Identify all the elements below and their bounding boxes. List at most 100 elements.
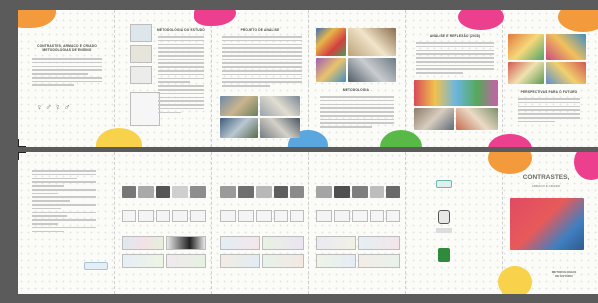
drawing-thumbnail xyxy=(256,210,272,222)
photo-thumbnail xyxy=(130,24,152,42)
body-text-block xyxy=(32,58,102,88)
drawing-thumbnail xyxy=(190,210,206,222)
classroom-photo xyxy=(316,58,346,82)
panel-heading: PERSPECTIVAS PARA O FUTURO xyxy=(520,90,578,94)
pink-blob-shape xyxy=(458,10,504,30)
cover-footer: METODOLOGIAS DE ESTUDO xyxy=(551,270,577,278)
drawing-thumbnail xyxy=(334,210,350,222)
orange-blob-shape xyxy=(488,152,532,174)
photo-thumbnail xyxy=(130,66,152,84)
yellow-blob-shape xyxy=(498,266,532,294)
fold-line xyxy=(114,10,115,147)
cover-artwork xyxy=(510,198,584,250)
drawing-thumbnail xyxy=(220,236,260,250)
drawing-thumbnail xyxy=(316,210,332,222)
photo-thumbnail xyxy=(386,186,400,198)
photo-thumbnail xyxy=(220,186,236,198)
photo-thumbnail xyxy=(238,186,254,198)
body-text-block xyxy=(416,42,494,76)
panel-heading: METODOLOGIA xyxy=(342,88,370,92)
drawing-thumbnail xyxy=(262,236,304,250)
cover-title: CONTRASTES, xyxy=(522,174,570,181)
fold-line xyxy=(308,152,309,294)
classroom-photo xyxy=(414,80,498,106)
drawing-thumbnail xyxy=(156,210,170,222)
drawing-thumbnail xyxy=(122,210,136,222)
classroom-photo xyxy=(316,28,346,56)
crop-mark xyxy=(18,152,26,160)
drawing-thumbnail xyxy=(122,254,164,268)
partner-logo xyxy=(438,248,450,262)
orange-blob-shape xyxy=(558,10,598,32)
classroom-photo xyxy=(456,108,498,130)
fold-line xyxy=(114,152,115,294)
drawing-thumbnail xyxy=(358,254,400,268)
cover-subtitle: ARMACO E CRIADO xyxy=(531,184,561,188)
institution-logo xyxy=(436,228,452,233)
fold-line xyxy=(502,10,503,147)
crest-logo xyxy=(438,210,450,224)
photo-thumbnail xyxy=(256,186,272,198)
photo-thumbnail xyxy=(334,186,350,198)
fold-line xyxy=(211,10,212,147)
credits-text-block xyxy=(32,170,96,234)
photo-thumbnail xyxy=(290,186,304,198)
classroom-photo xyxy=(546,34,586,60)
drawing-thumbnail xyxy=(220,210,236,222)
body-text-block xyxy=(222,36,302,89)
classroom-photo xyxy=(414,108,454,130)
pink-blob-shape xyxy=(488,134,532,147)
drawing-thumbnail xyxy=(316,236,356,250)
photo-thumbnail xyxy=(138,186,154,198)
drawing-thumbnail xyxy=(130,92,160,126)
classroom-photo xyxy=(546,62,586,84)
panel-heading: PROJETO DE ANÁLISE xyxy=(240,28,280,32)
classroom-photo xyxy=(220,96,258,116)
photo-thumbnail xyxy=(190,186,206,198)
drawing-thumbnail xyxy=(386,210,400,222)
drawing-thumbnail xyxy=(172,210,188,222)
fold-line xyxy=(308,10,309,147)
fold-line xyxy=(405,152,406,294)
panel-heading: ANÁLISE E REFLEXÃO (2018) xyxy=(429,34,481,38)
brochure-spread-inside[interactable]: CONTRASTES, ARMACO E CRIADO METODOLOGIAS… xyxy=(18,152,598,294)
classroom-photo xyxy=(260,96,300,116)
classroom-photo xyxy=(348,58,396,82)
drawing-thumbnail xyxy=(122,236,164,250)
drawing-thumbnail xyxy=(166,236,206,250)
drawing-thumbnail xyxy=(138,210,154,222)
drawing-thumbnail xyxy=(290,210,304,222)
body-text-block xyxy=(320,96,394,130)
drawing-thumbnail xyxy=(166,254,206,268)
photo-thumbnail xyxy=(130,45,152,63)
drawing-thumbnail xyxy=(358,236,400,250)
drawing-thumbnail xyxy=(262,254,304,268)
photo-thumbnail xyxy=(156,186,170,198)
classroom-photo xyxy=(220,118,258,138)
photo-thumbnail xyxy=(370,186,384,198)
drawing-thumbnail xyxy=(238,210,254,222)
institution-logo xyxy=(436,180,452,188)
drawing-thumbnail xyxy=(352,210,368,222)
document-canvas: CONTRASTES, ARMACO E CRIADO METODOLOGIAS… xyxy=(0,0,598,303)
green-blob-shape xyxy=(380,130,422,147)
fold-line xyxy=(211,152,212,294)
yellow-blob-shape xyxy=(96,128,142,147)
pink-blob-shape xyxy=(194,10,236,26)
drawing-thumbnail xyxy=(370,210,384,222)
classroom-photo xyxy=(260,118,300,138)
institution-logo xyxy=(84,262,108,270)
photo-thumbnail xyxy=(172,186,188,198)
photo-thumbnail xyxy=(274,186,288,198)
panel-heading: CONTRASTES, ARMACO E CRIADO METODOLOGIAS… xyxy=(37,44,97,52)
orange-blob-shape xyxy=(18,10,56,28)
photo-thumbnail xyxy=(352,186,368,198)
brochure-spread-outside[interactable]: CONTRASTES, ARMACO E CRIADO METODOLOGIAS… xyxy=(18,10,598,147)
fold-line xyxy=(405,10,406,147)
classroom-photo xyxy=(508,62,544,84)
panel-heading: METODOLOGIA DO ESTUDO xyxy=(157,28,205,32)
body-text-block xyxy=(518,98,580,124)
drawing-thumbnail xyxy=(274,210,288,222)
drawing-thumbnail xyxy=(220,254,260,268)
photo-thumbnail xyxy=(122,186,136,198)
